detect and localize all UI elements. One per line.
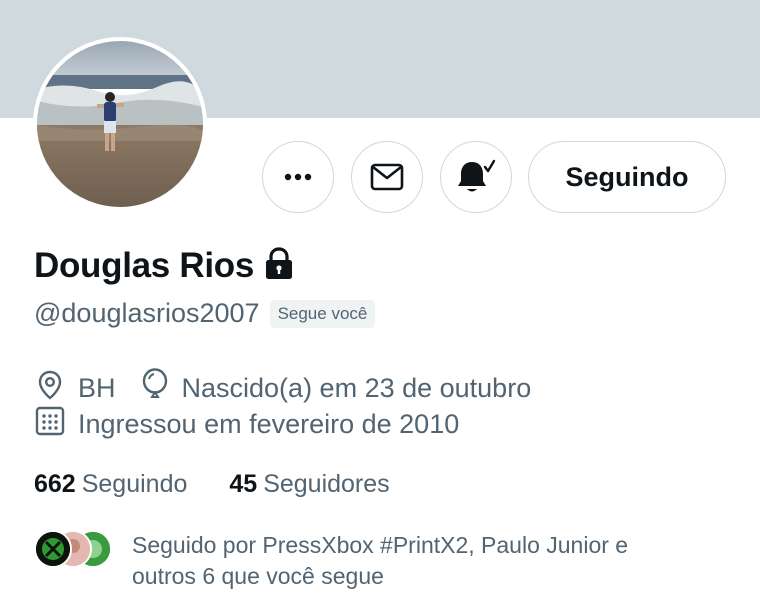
birthday-text: Nascido(a) em 23 de outubro [181,373,532,403]
birthday-item: Nascido(a) em 23 de outubro [140,368,532,409]
followers-stat[interactable]: 45 Seguidores [229,470,389,499]
profile-avatar[interactable] [33,37,207,211]
bell-check-icon [456,159,496,195]
profile-handle: @douglasrios2007 [34,298,260,328]
notifications-button[interactable] [440,141,512,213]
followed-by-text: Seguido por PressXbox #PrintX2, Paulo Ju… [132,532,629,589]
mutual-avatars [34,530,114,568]
followed-by-section[interactable]: Seguido por PressXbox #PrintX2, Paulo Ju… [34,530,692,592]
profile-name-row: Douglas Rios [34,246,296,286]
calendar-icon [34,405,66,444]
following-count: 662 [34,470,76,498]
profile-stats: 662 Seguindo 45 Seguidores [34,470,432,499]
follows-you-badge: Segue você [269,299,376,328]
joined-text: Ingressou em fevereiro de 2010 [78,409,460,439]
profile-meta-row: BH Nascido(a) em 23 de outubro [34,368,555,409]
more-icon [284,173,312,181]
location-item: BH [34,369,116,408]
joined-item: Ingressou em fevereiro de 2010 [34,405,459,444]
profile-name: Douglas Rios [34,246,255,285]
message-button[interactable] [351,141,423,213]
following-stat[interactable]: 662 Seguindo [34,470,187,499]
location-icon [34,369,66,408]
profile-joined-row: Ingressou em fevereiro de 2010 [34,405,483,444]
followers-label: Seguidores [263,470,390,498]
balloon-icon [140,368,170,409]
followers-count: 45 [229,470,258,498]
lock-icon [262,246,296,286]
following-button[interactable]: Seguindo [528,141,726,213]
location-text: BH [78,373,116,403]
profile-handle-row: @douglasrios2007 Segue você [34,298,376,329]
mutual-avatar-1 [34,530,72,568]
mail-icon [370,163,404,191]
following-label: Seguindo [81,470,188,498]
more-button[interactable] [262,141,334,213]
